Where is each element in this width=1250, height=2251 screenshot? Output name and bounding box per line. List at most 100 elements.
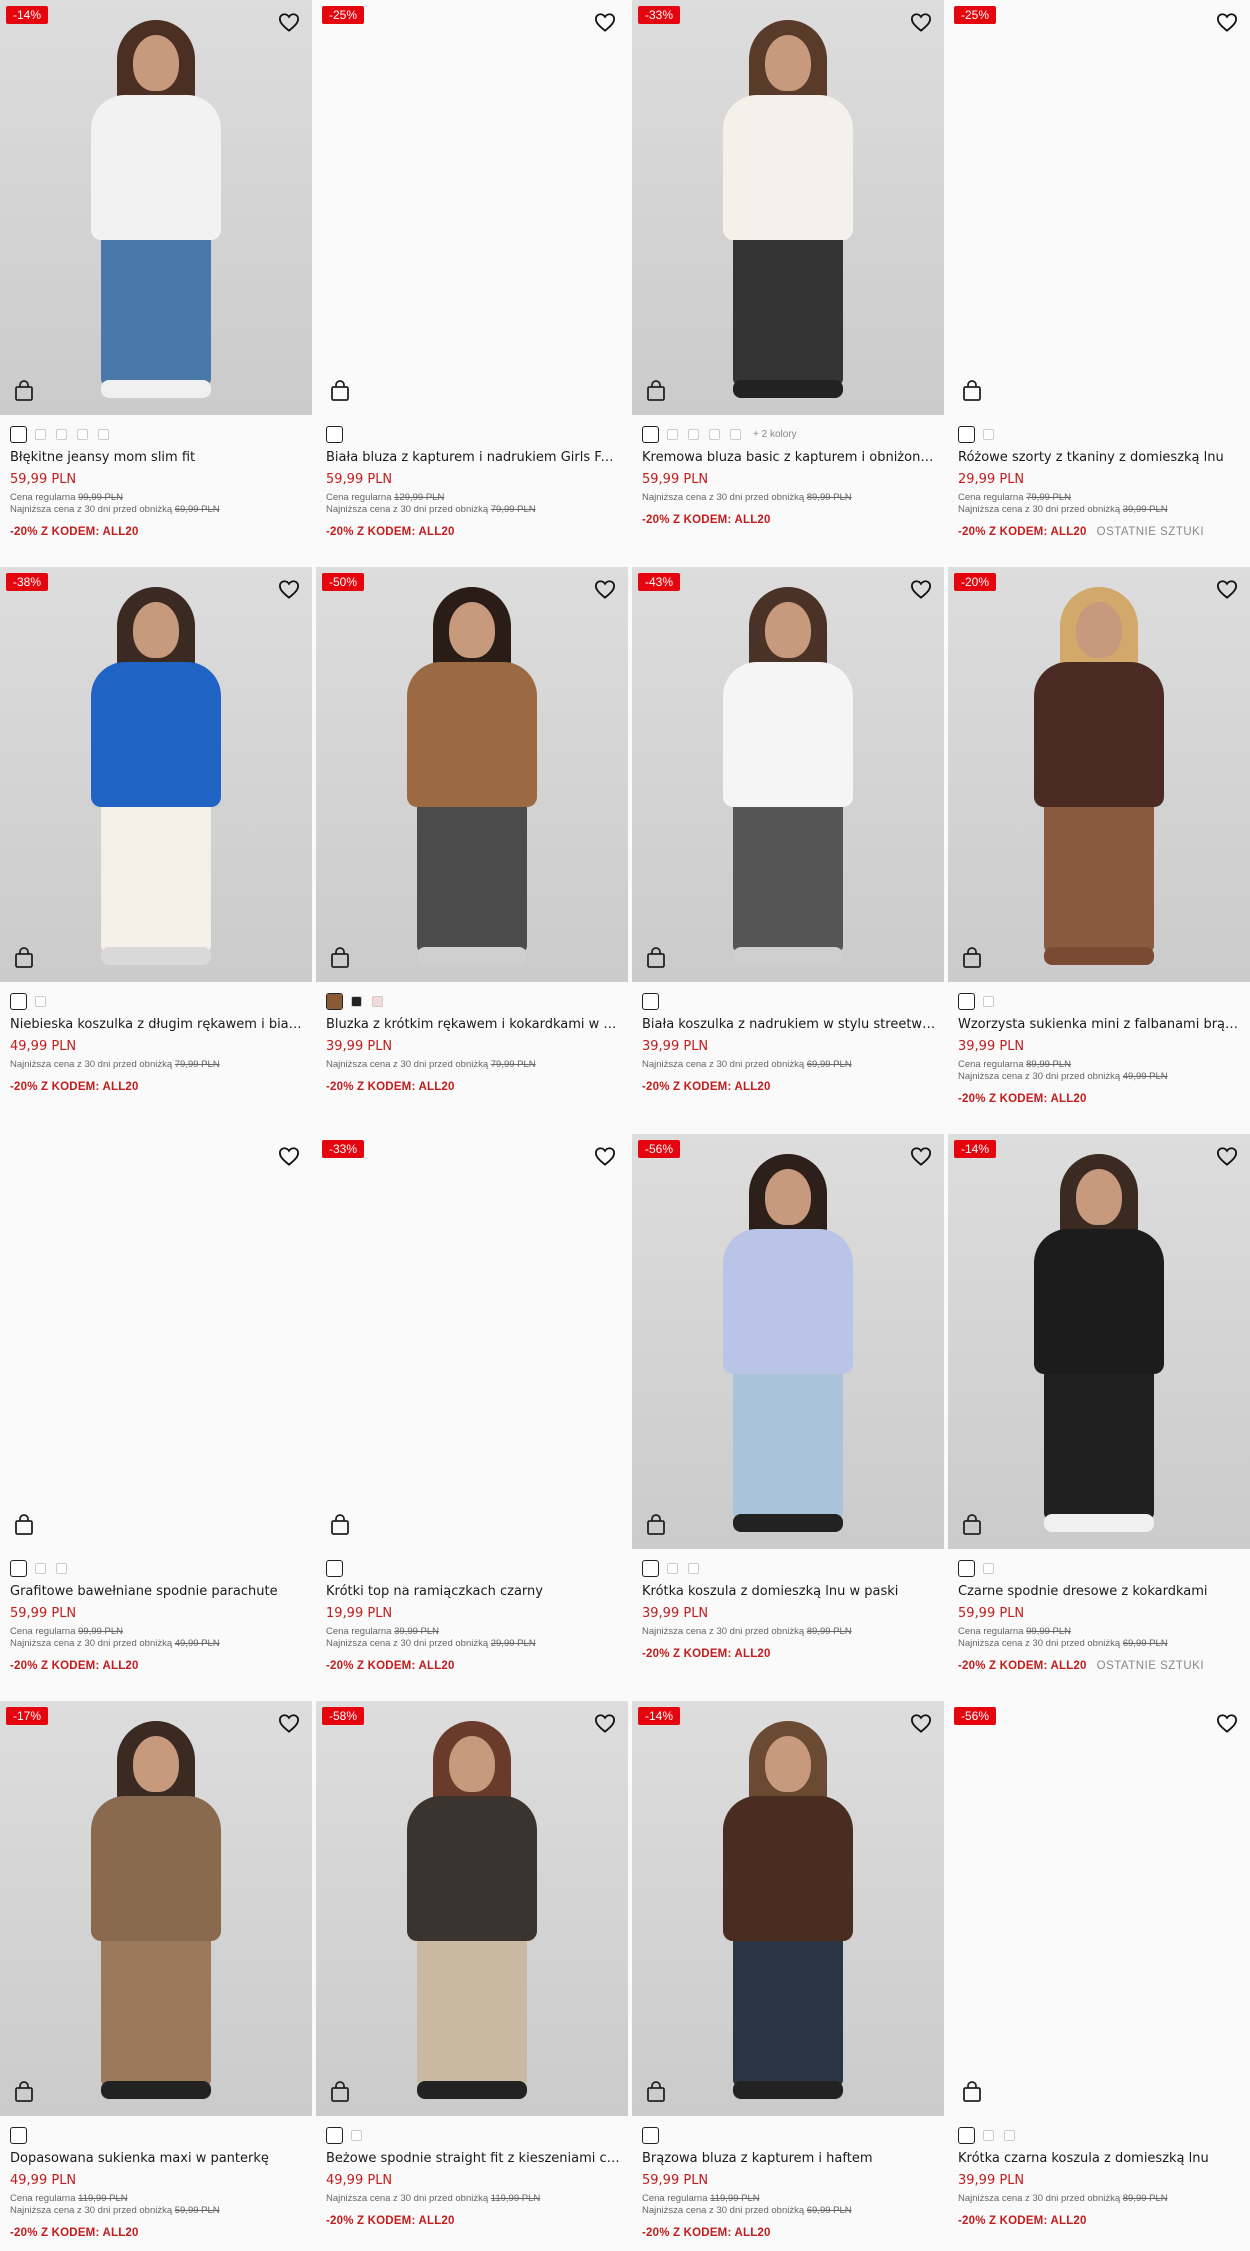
wishlist-heart-icon[interactable] xyxy=(594,579,616,599)
product-card[interactable]: -33% + 2 kolory Kremowa bluza basic z kapt… xyxy=(632,0,944,560)
product-title[interactable]: Krótki top na ramiączkach czarny xyxy=(326,1583,620,1601)
product-image[interactable] xyxy=(632,567,944,982)
product-image[interactable] xyxy=(316,567,628,982)
wishlist-heart-icon[interactable] xyxy=(910,1713,932,1733)
wishlist-heart-icon[interactable] xyxy=(910,1146,932,1166)
wishlist-heart-icon[interactable] xyxy=(594,12,616,32)
product-title[interactable]: Dopasowana sukienka maxi w panterkę xyxy=(10,2150,304,2168)
color-swatch[interactable] xyxy=(667,1562,678,1574)
color-swatch[interactable] xyxy=(10,1559,27,1577)
product-card[interactable]: -58% Beżowe spodnie straight fit z kiesze… xyxy=(316,1701,628,2251)
more-colors-label[interactable]: + 2 kolory xyxy=(753,429,797,440)
product-card[interactable]: -17% Dopasowana sukienka maxi w panterkę 4… xyxy=(0,1701,312,2251)
product-title[interactable]: Beżowe spodnie straight fit z kieszeniam… xyxy=(326,2150,620,2168)
wishlist-heart-icon[interactable] xyxy=(594,1713,616,1733)
color-swatch[interactable] xyxy=(98,428,109,440)
color-swatch[interactable] xyxy=(642,992,659,1010)
product-card[interactable]: -14% Błękitne jeansy mom slim fit 59,99 PL… xyxy=(0,0,312,560)
color-swatch[interactable] xyxy=(642,2126,659,2144)
product-image[interactable] xyxy=(316,1134,628,1549)
product-title[interactable]: Bluzka z krótkim rękawem i kokardkami w … xyxy=(326,1016,620,1034)
wishlist-heart-icon[interactable] xyxy=(910,579,932,599)
product-image[interactable] xyxy=(632,0,944,415)
product-card[interactable]: -43% Biała koszulka z nadrukiem w stylu s… xyxy=(632,567,944,1127)
color-swatch[interactable] xyxy=(56,428,67,440)
color-swatch[interactable] xyxy=(326,425,343,443)
color-swatch[interactable] xyxy=(326,1559,343,1577)
color-swatch[interactable] xyxy=(730,428,741,440)
color-swatch[interactable] xyxy=(351,2129,362,2141)
product-image[interactable] xyxy=(948,1134,1250,1549)
product-card[interactable]: -38% Niebieska koszulka z długim rękawem … xyxy=(0,567,312,1127)
color-swatch[interactable] xyxy=(667,428,678,440)
product-card[interactable]: -25% Biała bluza z kapturem i nadrukiem G… xyxy=(316,0,628,560)
product-image[interactable] xyxy=(948,1701,1250,2116)
color-swatch[interactable] xyxy=(958,992,975,1010)
color-swatch[interactable] xyxy=(35,1562,46,1574)
wishlist-heart-icon[interactable] xyxy=(1216,579,1238,599)
color-swatch[interactable] xyxy=(642,1559,659,1577)
wishlist-heart-icon[interactable] xyxy=(594,1146,616,1166)
add-to-bag-icon[interactable] xyxy=(330,380,350,402)
add-to-bag-icon[interactable] xyxy=(962,380,982,402)
wishlist-heart-icon[interactable] xyxy=(278,579,300,599)
product-title[interactable]: Różowe szorty z tkaniny z domieszką lnu xyxy=(958,449,1242,467)
product-title[interactable]: Kremowa bluza basic z kapturem i obniżon… xyxy=(642,449,936,467)
color-swatch[interactable] xyxy=(56,1562,67,1574)
add-to-bag-icon[interactable] xyxy=(646,1514,666,1536)
product-card[interactable]: -14% Czarne spodnie dresowe z kokardkami 5… xyxy=(948,1134,1250,1694)
color-swatch[interactable] xyxy=(372,995,383,1007)
color-swatch[interactable] xyxy=(326,992,343,1010)
product-image[interactable] xyxy=(632,1701,944,2116)
product-title[interactable]: Biała bluza z kapturem i nadrukiem Girls… xyxy=(326,449,620,467)
color-swatch[interactable] xyxy=(10,425,27,443)
add-to-bag-icon[interactable] xyxy=(646,2081,666,2103)
product-image[interactable] xyxy=(0,1701,312,2116)
color-swatch[interactable] xyxy=(10,2126,27,2144)
add-to-bag-icon[interactable] xyxy=(14,2081,34,2103)
product-image[interactable] xyxy=(316,0,628,415)
add-to-bag-icon[interactable] xyxy=(330,1514,350,1536)
wishlist-heart-icon[interactable] xyxy=(278,1146,300,1166)
color-swatch[interactable] xyxy=(326,2126,343,2144)
product-title[interactable]: Niebieska koszulka z długim rękawem i bi… xyxy=(10,1016,304,1034)
product-card[interactable]: -56% Krótka koszula z domieszką lnu w pas… xyxy=(632,1134,944,1694)
product-image[interactable] xyxy=(948,567,1250,982)
product-image[interactable] xyxy=(948,0,1250,415)
product-card[interactable]: -33% Krótki top na ramiączkach czarny 19,9… xyxy=(316,1134,628,1694)
product-image[interactable] xyxy=(0,1134,312,1549)
color-swatch[interactable] xyxy=(642,425,659,443)
product-image[interactable] xyxy=(0,0,312,415)
color-swatch[interactable] xyxy=(688,1562,699,1574)
product-title[interactable]: Czarne spodnie dresowe z kokardkami xyxy=(958,1583,1242,1601)
wishlist-heart-icon[interactable] xyxy=(278,12,300,32)
wishlist-heart-icon[interactable] xyxy=(910,12,932,32)
product-card[interactable]: -14% Brązowa bluza z kapturem i haftem 59,… xyxy=(632,1701,944,2251)
product-title[interactable]: Biała koszulka z nadrukiem w stylu stree… xyxy=(642,1016,936,1034)
product-title[interactable]: Krótka koszula z domieszką lnu w paski xyxy=(642,1583,936,1601)
product-card[interactable]: -56% Krótka czarna koszula z domieszką ln… xyxy=(948,1701,1250,2251)
add-to-bag-icon[interactable] xyxy=(14,1514,34,1536)
color-swatch[interactable] xyxy=(983,1562,994,1574)
add-to-bag-icon[interactable] xyxy=(646,380,666,402)
add-to-bag-icon[interactable] xyxy=(14,380,34,402)
color-swatch[interactable] xyxy=(983,428,994,440)
wishlist-heart-icon[interactable] xyxy=(278,1713,300,1733)
add-to-bag-icon[interactable] xyxy=(330,947,350,969)
product-image[interactable] xyxy=(632,1134,944,1549)
color-swatch[interactable] xyxy=(958,1559,975,1577)
add-to-bag-icon[interactable] xyxy=(646,947,666,969)
add-to-bag-icon[interactable] xyxy=(962,1514,982,1536)
wishlist-heart-icon[interactable] xyxy=(1216,12,1238,32)
add-to-bag-icon[interactable] xyxy=(962,947,982,969)
add-to-bag-icon[interactable] xyxy=(14,947,34,969)
color-swatch[interactable] xyxy=(351,995,362,1007)
color-swatch[interactable] xyxy=(35,428,46,440)
color-swatch[interactable] xyxy=(983,2129,994,2141)
color-swatch[interactable] xyxy=(983,995,994,1007)
product-image[interactable] xyxy=(0,567,312,982)
wishlist-heart-icon[interactable] xyxy=(1216,1146,1238,1166)
color-swatch[interactable] xyxy=(958,425,975,443)
product-card[interactable]: -25% Różowe szorty z tkaniny z domieszką … xyxy=(948,0,1250,560)
color-swatch[interactable] xyxy=(709,428,720,440)
